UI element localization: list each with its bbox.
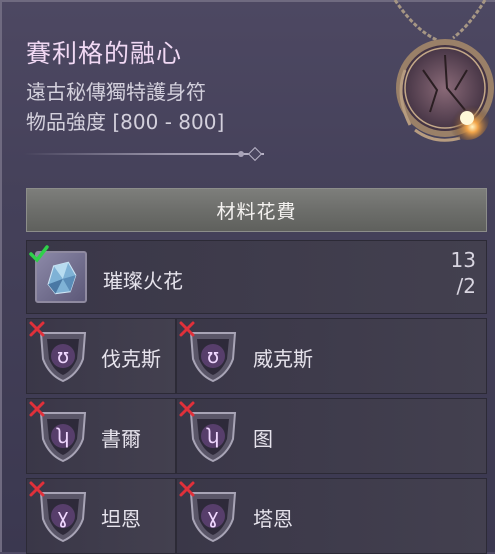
rune-glyph: ɣ <box>207 504 219 528</box>
rune-glyph: ʮ <box>206 424 219 448</box>
rune-name: 伐克斯 <box>101 347 161 371</box>
x-mark-icon <box>179 401 195 417</box>
rune-row[interactable]: ɣ 塔恩 <box>176 478 487 554</box>
check-icon <box>29 245 49 263</box>
rune-shield-icon: ʮ <box>189 412 237 463</box>
rune-row[interactable]: ʮ图 <box>176 398 487 474</box>
rune-row[interactable]: ɣ 坦恩 <box>26 478 176 554</box>
material-count: 13 /2 <box>451 247 476 299</box>
rune-row[interactable]: ʊ 威克斯 <box>176 318 487 394</box>
rune-row[interactable]: ʊ 伐克斯 <box>26 318 176 394</box>
rune-glyph: ʊ <box>207 344 219 368</box>
item-type: 遠古秘傳獨特護身符 <box>26 80 206 104</box>
divider <box>24 153 264 155</box>
materials-cost-header: 材料花費 <box>26 188 487 232</box>
x-mark-icon <box>29 481 45 497</box>
rune-shield-icon: ɣ <box>39 492 87 543</box>
rune-shield-icon: ʊ <box>39 332 87 383</box>
rune-row[interactable]: ʮ 書爾 <box>26 398 176 474</box>
x-mark-icon <box>29 321 45 337</box>
x-mark-icon <box>179 321 195 337</box>
rune-name: 塔恩 <box>253 507 293 531</box>
material-row-sparks[interactable]: 璀璨火花 13 /2 <box>26 240 487 314</box>
amulet-icon <box>393 0 494 142</box>
rune-shield-icon: ɣ <box>189 492 237 543</box>
material-need: /2 <box>456 274 476 298</box>
rune-glyph: ʮ <box>56 424 69 448</box>
rune-name: 威克斯 <box>253 347 313 371</box>
rune-name: 坦恩 <box>101 507 141 531</box>
divider-dot <box>238 151 244 157</box>
rune-glyph: ɣ <box>57 504 69 528</box>
materials-cost-label: 材料花費 <box>216 200 297 223</box>
rune-name: 書爾 <box>101 427 141 451</box>
rune-name: 图 <box>253 427 273 451</box>
rune-shield-icon: ʊ <box>189 332 237 383</box>
material-name: 璀璨火花 <box>103 269 183 293</box>
rune-glyph: ʊ <box>57 344 69 368</box>
material-have: 13 <box>450 248 476 272</box>
item-strength: 物品強度 [800 - 800] <box>26 110 225 134</box>
rune-shield-icon: ʮ <box>39 412 87 463</box>
item-title: 賽利格的融心 <box>26 39 183 68</box>
x-mark-icon <box>179 481 195 497</box>
x-mark-icon <box>29 401 45 417</box>
